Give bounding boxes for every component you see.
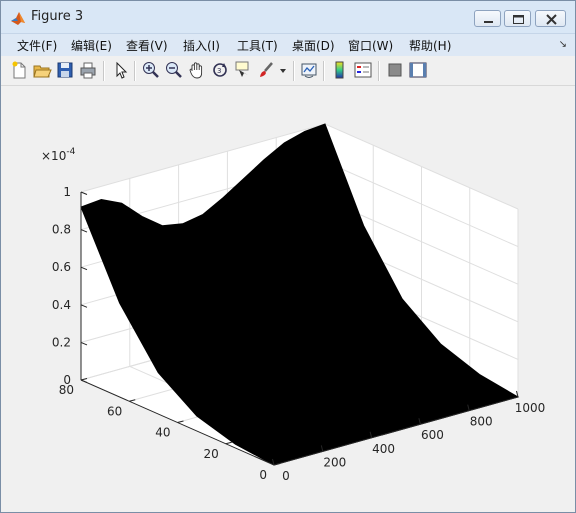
menu-window[interactable]: 窗口(W) [348,37,393,54]
figure-window: Figure 3 文件(F) 编辑(E) 查看(V) 插入(I) 工具(T) 桌… [0,0,576,513]
toolbar-separator [323,61,325,81]
show-plot-tools-icon[interactable] [408,60,428,80]
title-bar[interactable]: Figure 3 [1,1,575,34]
rotate-3d-icon[interactable]: 3 [210,60,230,80]
z-tick-label: 0.8 [52,223,71,237]
y-tick-label: 0 [259,468,267,482]
menu-insert[interactable]: 插入(I) [183,37,220,54]
matlab-logo-icon [10,10,26,26]
toolbar-separator [293,61,295,81]
y-tick-label: 60 [107,404,122,418]
figure-toolbar: 3 [1,57,575,86]
legend-icon[interactable] [353,60,373,80]
x-tick-label: 600 [421,428,444,442]
z-tick-label: 0.2 [52,335,71,349]
minimize-button[interactable] [474,10,501,27]
brush-icon[interactable] [256,60,276,80]
figure-canvas[interactable]: 0 200 400 600 800 1000 0 20 40 60 80 0 0.2 0.4 0.6 0.8 1… [1,86,575,512]
x-tick-label: 0 [282,469,290,483]
z-tick-label: 0.6 [52,260,71,274]
y-tick-label: 20 [204,447,219,461]
data-cursor-icon[interactable] [233,60,253,80]
menu-edit[interactable]: 编辑(E) [71,37,112,54]
menu-tools[interactable]: 工具(T) [237,37,278,54]
open-file-icon[interactable] [32,60,52,80]
z-axis-exponent-text: ×10 [41,149,66,163]
x-tick-label: 200 [323,455,346,469]
close-button[interactable] [535,10,566,27]
new-figure-icon[interactable] [9,60,29,80]
x-tick-label: 400 [372,442,395,456]
toolbar-separator [103,61,105,81]
zoom-out-icon[interactable] [164,60,184,80]
x-tick-label: 1000 [515,401,546,415]
toolbar-separator [134,61,136,81]
dock-arrow-icon[interactable]: ↘ [559,39,567,50]
zoom-in-icon[interactable] [141,60,161,80]
x-tick-label: 800 [470,415,493,429]
pan-hand-icon[interactable] [187,60,207,80]
svg-text:3: 3 [217,67,221,75]
link-plot-icon[interactable] [299,60,319,80]
z-tick-label: 0 [63,373,71,387]
maximize-icon [513,15,524,24]
z-tick-label: 1 [63,185,71,199]
surface-plot[interactable]: 0200400600800100002040608000.20.40.60.81… [1,86,575,512]
maximize-button[interactable] [504,10,531,27]
print-icon[interactable] [78,60,98,80]
toolbar-separator [378,61,380,81]
menu-view[interactable]: 查看(V) [126,37,168,54]
edit-plot-arrow-icon[interactable] [111,60,131,80]
save-icon[interactable] [55,60,75,80]
hide-plot-tools-icon[interactable] [385,60,405,80]
menu-help[interactable]: 帮助(H) [409,37,451,54]
menu-file[interactable]: 文件(F) [17,37,57,54]
z-tick-label: 0.4 [52,298,71,312]
brush-dropdown-icon[interactable] [278,60,288,80]
y-tick-label: 40 [155,426,170,440]
menu-desktop[interactable]: 桌面(D) [292,37,335,54]
close-icon [546,14,557,25]
menu-bar: 文件(F) 编辑(E) 查看(V) 插入(I) 工具(T) 桌面(D) 窗口(W… [1,34,575,56]
z-axis-exponent: ×10-4 [41,147,76,163]
window-title: Figure 3 [31,9,84,24]
z-axis-exponent-power: -4 [66,147,75,157]
minimize-icon [484,21,493,23]
colorbar-icon[interactable] [330,60,350,80]
